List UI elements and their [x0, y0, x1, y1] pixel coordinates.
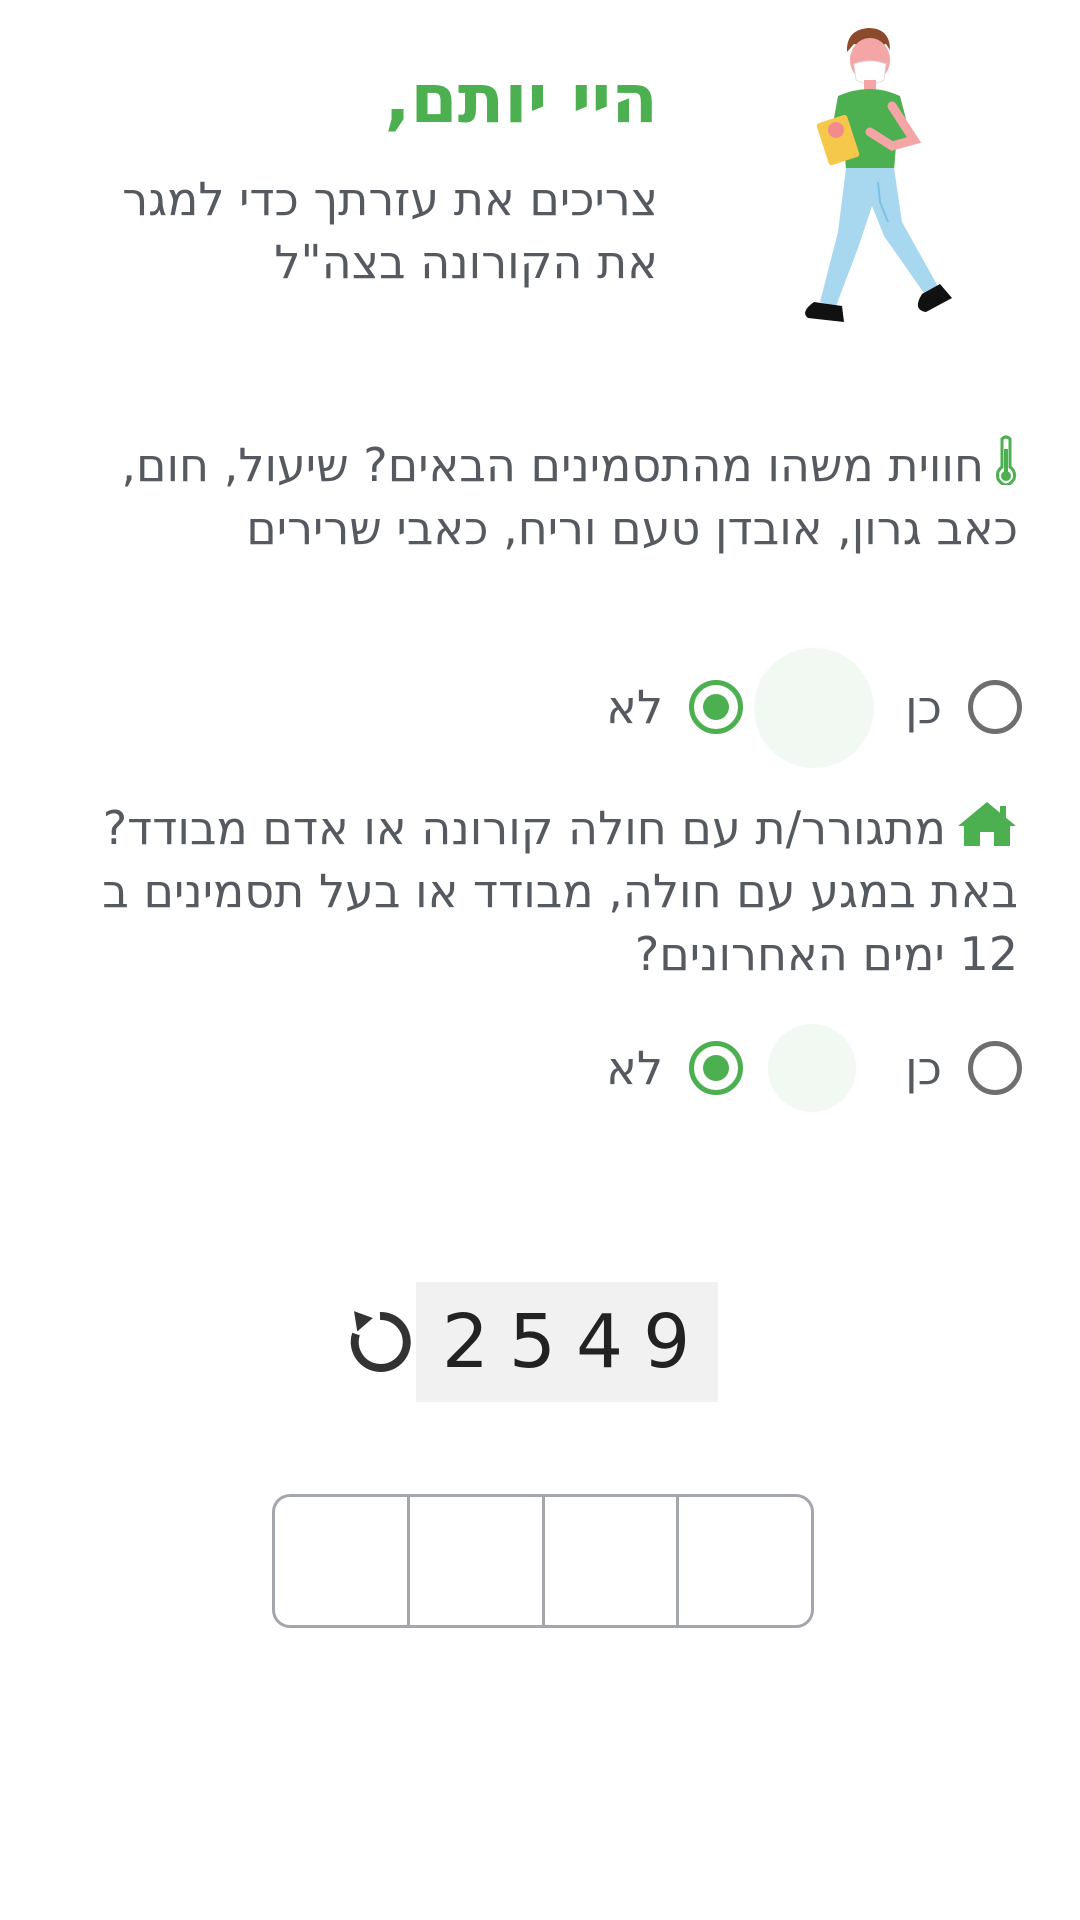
question-exposure-text: מתגורר/ת עם חולה קורונה או אדם מבודד? בא… [102, 801, 1018, 981]
thermometer-icon [996, 435, 1016, 485]
q2-radio-no[interactable] [689, 1041, 743, 1095]
q2-radio-yes[interactable] [968, 1041, 1022, 1095]
q1-option-no-label: לא [606, 680, 663, 734]
greeting-subtitle: צריכים את עזרתך כדי למגר את הקורונה בצה"… [122, 172, 658, 289]
q1-option-no[interactable]: לא [606, 672, 743, 742]
greeting-title: היי יותם, [384, 60, 658, 139]
radio-focus-halo [754, 648, 874, 768]
q1-option-yes[interactable]: כן [905, 672, 1022, 742]
code-digit-2[interactable] [409, 1497, 545, 1625]
captcha-code-input[interactable] [272, 1494, 814, 1628]
question-symptoms: חווית משהו מהתסמינים הבאים? שיעול, חום, … [60, 434, 1018, 560]
code-digit-1[interactable] [275, 1497, 410, 1625]
q1-option-yes-label: כן [905, 680, 942, 734]
radio-focus-halo [768, 1024, 856, 1112]
home-icon [958, 802, 1016, 846]
code-digit-3[interactable] [544, 1497, 680, 1625]
q2-option-no[interactable]: לא [606, 1033, 743, 1103]
question-symptoms-text: חווית משהו מהתסמינים הבאים? שיעול, חום, … [121, 438, 1018, 555]
q1-radio-yes[interactable] [968, 680, 1022, 734]
question-exposure: מתגורר/ת עם חולה קורונה או אדם מבודד? בא… [60, 797, 1018, 986]
q2-option-yes[interactable]: כן [905, 1033, 1022, 1103]
captcha-image: 2549 [416, 1282, 718, 1402]
q1-radio-no[interactable] [689, 680, 743, 734]
doctor-illustration [805, 28, 952, 322]
code-digit-4[interactable] [679, 1497, 811, 1625]
q2-option-yes-label: כן [905, 1041, 942, 1095]
q2-option-no-label: לא [606, 1041, 663, 1095]
refresh-icon[interactable] [346, 1302, 414, 1376]
